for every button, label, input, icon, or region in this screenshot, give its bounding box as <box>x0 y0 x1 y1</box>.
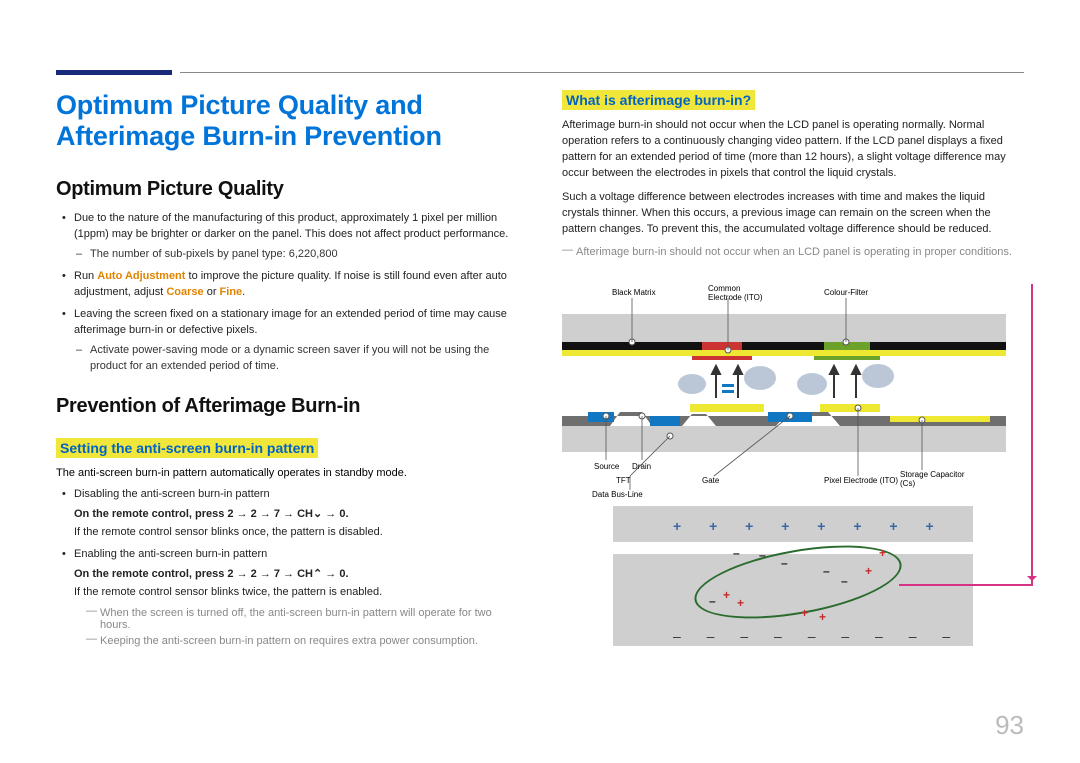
label-storage-cap: Storage Capacitor (Cs) <box>900 470 976 488</box>
period: . <box>242 286 245 298</box>
disable-text: Disabling the anti-screen burn-in patter… <box>74 488 270 500</box>
left-column: Optimum Picture Quality and Afterimage B… <box>56 90 520 651</box>
heading-what-is: What is afterimage burn-in? <box>562 90 755 110</box>
sym-minus-1: – <box>733 546 740 560</box>
auto-adjustment-link[interactable]: Auto Adjustment <box>97 270 185 282</box>
sym-minus-5: – <box>709 594 716 608</box>
bullet-1ppm: Due to the nature of the manufacturing o… <box>74 211 520 263</box>
label-common-electrode: Common Electrode (ITO) <box>708 284 772 302</box>
heading-optimum: Optimum Picture Quality <box>56 178 520 201</box>
para-2: Such a voltage difference between electr… <box>562 190 1024 238</box>
bullets-optimum: Due to the nature of the manufacturing o… <box>56 211 520 374</box>
label-colour-filter: Colour-Filter <box>824 288 868 297</box>
sym-plus-6: + <box>819 610 826 624</box>
bullet-auto-adjust: Run Auto Adjustment to improve the pictu… <box>74 269 520 301</box>
bullet-1ppm-text: Due to the nature of the manufacturing o… <box>74 212 508 240</box>
magenta-arrow-horizontal <box>899 584 1033 586</box>
label-source: Source <box>594 462 619 471</box>
note-extra-power: Keeping the anti-screen burn-in pattern … <box>86 635 520 647</box>
disable-result: If the remote control sensor blinks once… <box>74 525 520 541</box>
note-proper-conditions: Afterimage burn-in should not occur when… <box>562 246 1024 258</box>
bullet-disable: Disabling the anti-screen burn-in patter… <box>74 487 520 541</box>
sym-plus-5: + <box>801 606 808 620</box>
charge-distribution-diagram: + + + + + + + + – – – – – – – – – – – – … <box>613 506 973 646</box>
content-columns: Optimum Picture Quality and Afterimage B… <box>56 90 1024 651</box>
label-pixel-electrode: Pixel Electrode (ITO) <box>824 476 898 485</box>
enable-result: If the remote control sensor blinks twic… <box>74 585 520 601</box>
remote-sequence-up: On the remote control, press 2 → 2 → 7 →… <box>74 567 520 583</box>
header-accent-bar <box>56 70 172 75</box>
sym-minus-6: – <box>841 574 848 588</box>
sub-pixel-count: The number of sub-pixels by panel type: … <box>90 247 520 263</box>
pattern-intro: The anti-screen burn-in pattern automati… <box>56 466 520 481</box>
sym-plus-1: + <box>879 546 886 560</box>
sym-plus-3: + <box>723 588 730 602</box>
sym-minus-3: – <box>781 556 788 570</box>
label-drain: Drain <box>632 462 651 471</box>
note-two-hours: When the screen is turned off, the anti-… <box>86 607 520 631</box>
lcd-cross-section-diagram: Black Matrix Common Electrode (ITO) Colo… <box>562 276 1006 494</box>
plus-row: + + + + + + + + <box>673 518 946 534</box>
sym-minus-4: – <box>823 564 830 578</box>
minus-row: – – – – – – – – – <box>673 628 961 644</box>
remote-sequence-down: On the remote control, press 2 → 2 → 7 →… <box>74 507 520 523</box>
label-black-matrix: Black Matrix <box>612 288 656 297</box>
magenta-arrow-vertical <box>1031 284 1033 584</box>
label-gate: Gate <box>702 476 719 485</box>
para-1: Afterimage burn-in should not occur when… <box>562 118 1024 182</box>
or-text: or <box>204 286 220 298</box>
sym-plus-2: + <box>865 564 872 578</box>
fine-link[interactable]: Fine <box>220 286 243 298</box>
run-prefix: Run <box>74 270 97 282</box>
bullet-enable: Enabling the anti-screen burn-in pattern… <box>74 547 520 601</box>
heading-prevention: Prevention of Afterimage Burn-in <box>56 395 520 418</box>
bullets-pattern: Disabling the anti-screen burn-in patter… <box>56 487 520 601</box>
lcd-diagram-svg <box>562 276 1006 494</box>
right-column: What is afterimage burn-in? Afterimage b… <box>562 90 1024 651</box>
coarse-link[interactable]: Coarse <box>166 286 203 298</box>
label-data-bus: Data Bus-Line <box>592 490 643 499</box>
enable-text: Enabling the anti-screen burn-in pattern <box>74 548 267 560</box>
sym-minus-2: – <box>759 548 766 562</box>
page-number: 93 <box>995 710 1024 741</box>
header-rule <box>180 72 1024 73</box>
heading-pattern: Setting the anti-screen burn-in pattern <box>56 438 318 458</box>
bullet-stationary-text: Leaving the screen fixed on a stationary… <box>74 308 507 336</box>
bullet-stationary: Leaving the screen fixed on a stationary… <box>74 307 520 375</box>
sub-powersave: Activate power-saving mode or a dynamic … <box>90 343 520 375</box>
label-tft: TFT <box>616 476 631 485</box>
page-title: Optimum Picture Quality and Afterimage B… <box>56 90 520 152</box>
sym-plus-4: + <box>737 596 744 610</box>
